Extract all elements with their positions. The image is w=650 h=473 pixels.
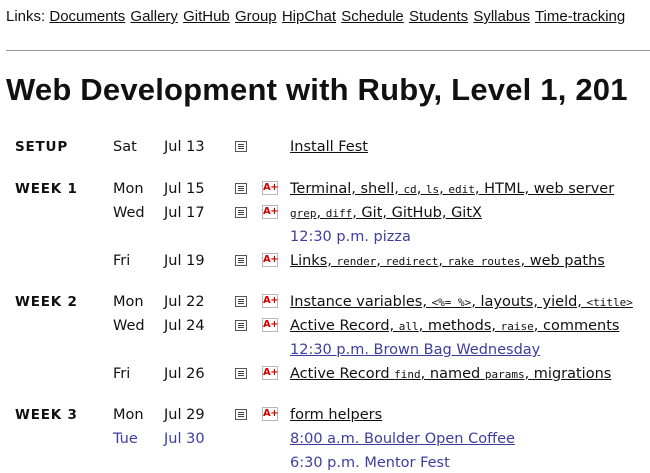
week-label: WEEK 1 — [15, 181, 78, 197]
schedule-row: Wed Jul 17 A+ grep, diff, Git, GitHub, GitX — [0, 201, 650, 225]
schedule-row: Wed Jul 24 A+ Active Record, all, methods, … — [0, 314, 650, 338]
code-snippet: <title> — [586, 296, 633, 309]
topic-link[interactable]: form helpers — [290, 403, 650, 427]
event-row: 12:30 p.m. Brown Bag Wednesday — [0, 338, 650, 362]
assignment-icon[interactable]: A+ — [262, 205, 279, 219]
code-snippet: render — [336, 255, 377, 268]
notes-icon[interactable] — [235, 207, 247, 218]
assignment-icon[interactable]: A+ — [262, 366, 279, 380]
day-label: Wed — [113, 205, 145, 221]
schedule-row: Fri Jul 19 A+ Links, render, redirect, rake… — [0, 249, 650, 273]
code-snippet: find — [394, 368, 421, 381]
date-label: Jul 24 — [164, 318, 205, 334]
code-snippet: grep — [290, 207, 317, 220]
code-snippet: params — [484, 368, 525, 381]
assignment-icon[interactable]: A+ — [262, 318, 279, 332]
topic-link[interactable]: Links, render, redirect, rake routes, we… — [290, 249, 650, 274]
date-label: Jul 22 — [164, 294, 205, 310]
day-label: Mon — [113, 407, 144, 423]
code-snippet: diff — [325, 207, 353, 220]
event-item[interactable]: 8:00 a.m. Boulder Open Coffee — [290, 427, 650, 451]
code-snippet: raise — [500, 320, 534, 333]
code-snippet: redirect — [385, 255, 439, 268]
code-snippet: ls — [425, 183, 440, 196]
code-snippet: cd — [403, 183, 417, 196]
date-label: Jul 30 — [164, 431, 205, 447]
event-item: 6:30 p.m. Mentor Fest — [290, 455, 450, 471]
topic-link[interactable]: Active Record find, named params, migrat… — [290, 362, 650, 387]
week-label: WEEK 2 — [15, 294, 78, 310]
code-snippet: all — [398, 320, 419, 333]
code-snippet: rake routes — [447, 255, 521, 268]
notes-icon[interactable] — [235, 255, 247, 266]
notes-icon[interactable] — [235, 409, 247, 420]
event-row: Tue Jul 30 8:00 a.m. Boulder Open Coffee — [0, 427, 650, 451]
day-label: Wed — [113, 318, 145, 334]
notes-icon[interactable] — [235, 141, 247, 152]
notes-icon[interactable] — [235, 368, 247, 379]
schedule-row: Fri Jul 26 A+ Active Record find, named par… — [0, 362, 650, 386]
event-item: 12:30 p.m. pizza — [290, 229, 411, 245]
event-row: 6:30 p.m. Mentor Fest — [0, 451, 650, 473]
notes-icon[interactable] — [235, 320, 247, 331]
date-label: Jul 17 — [164, 205, 205, 221]
date-label: Jul 26 — [164, 366, 205, 382]
date-label: Jul 13 — [164, 139, 205, 155]
day-label: Mon — [113, 294, 144, 310]
assignment-icon[interactable]: A+ — [262, 407, 279, 421]
code-snippet: edit — [448, 183, 475, 196]
schedule: SETUP Sat Jul 13 Install Fest WEEK 1 Mon Jul 1… — [0, 0, 650, 473]
notes-icon[interactable] — [235, 296, 247, 307]
schedule-row: SETUP Sat Jul 13 Install Fest — [0, 135, 650, 159]
topic-link[interactable]: grep, diff, Git, GitHub, GitX — [290, 201, 650, 226]
assignment-icon[interactable]: A+ — [262, 253, 279, 267]
code-snippet: <%= %> — [431, 296, 472, 309]
schedule-row: WEEK 2 Mon Jul 22 A+ Instance variables, <%=… — [0, 290, 650, 314]
event-row: 12:30 p.m. pizza — [0, 225, 650, 249]
assignment-icon[interactable]: A+ — [262, 181, 279, 195]
date-label: Jul 19 — [164, 253, 205, 269]
day-label: Mon — [113, 181, 144, 197]
topic-link[interactable]: Install Fest — [290, 135, 650, 159]
assignment-icon[interactable]: A+ — [262, 294, 279, 308]
day-label: Fri — [113, 253, 131, 269]
topic-link[interactable]: Instance variables, <%= %>, layouts, yie… — [290, 290, 650, 315]
schedule-row: WEEK 3 Mon Jul 29 A+ form helpers — [0, 403, 650, 427]
notes-icon[interactable] — [235, 183, 247, 194]
day-label: Tue — [113, 431, 138, 447]
week-label: SETUP — [15, 139, 69, 155]
day-label: Fri — [113, 366, 131, 382]
week-label: WEEK 3 — [15, 407, 78, 423]
day-label: Sat — [113, 139, 137, 155]
event-item[interactable]: 12:30 p.m. Brown Bag Wednesday — [290, 338, 650, 362]
date-label: Jul 29 — [164, 407, 205, 423]
schedule-row: WEEK 1 Mon Jul 15 A+ Terminal, shell, cd, ls… — [0, 177, 650, 201]
topic-link[interactable]: Terminal, shell, cd, ls, edit, HTML, web… — [290, 177, 650, 202]
date-label: Jul 15 — [164, 181, 205, 197]
topic-link[interactable]: Active Record, all, methods, raise, comm… — [290, 314, 650, 339]
